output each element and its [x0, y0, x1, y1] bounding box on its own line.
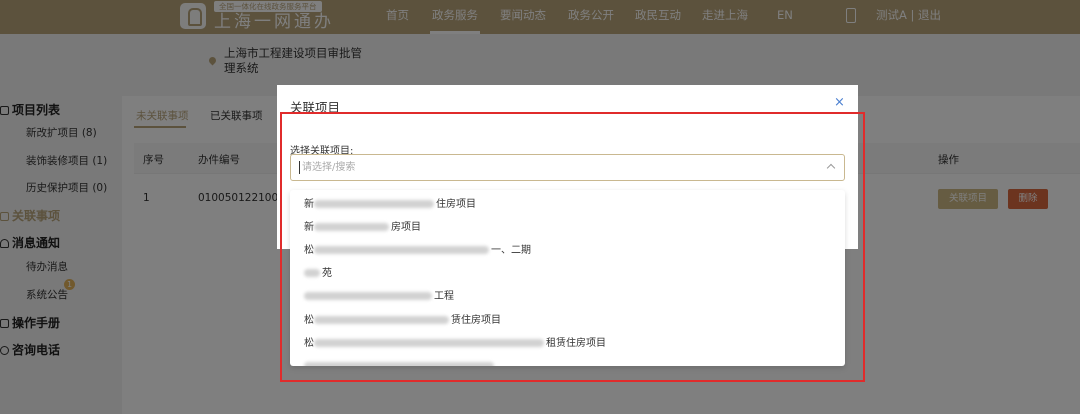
close-icon[interactable]: × — [834, 96, 845, 110]
annotation-highlight-box — [280, 112, 865, 382]
